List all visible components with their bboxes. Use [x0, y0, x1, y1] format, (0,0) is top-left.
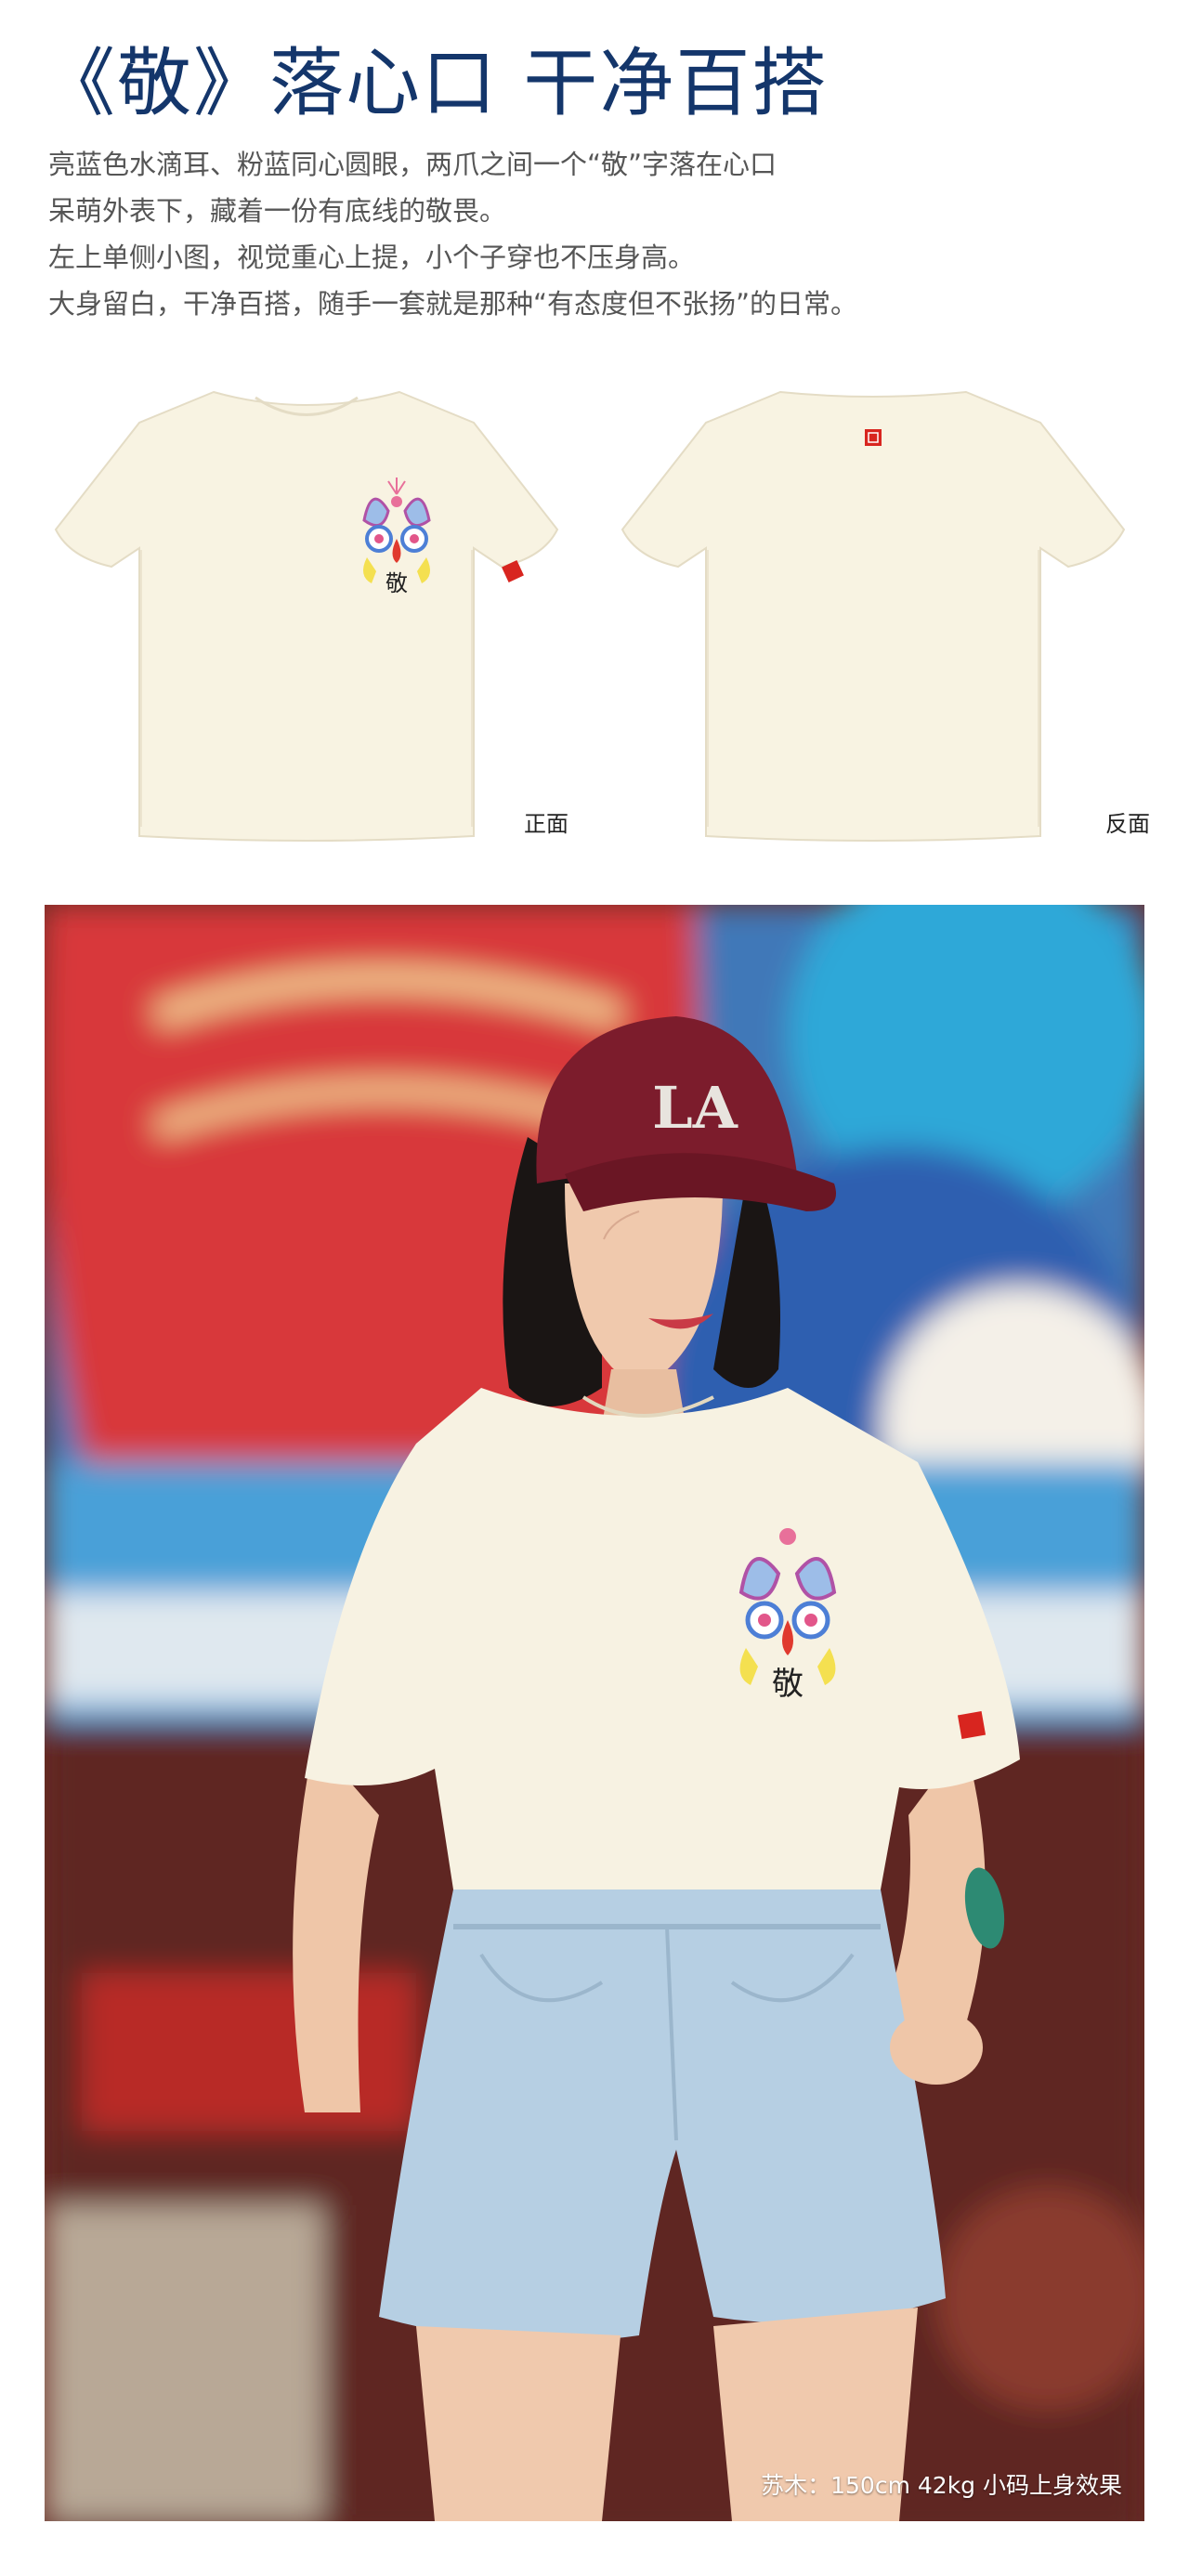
- tshirt-back-image: [621, 390, 1126, 842]
- description-line: 呆萌外表下，藏着一份有底线的敬畏。: [48, 195, 507, 227]
- back-label-tag-icon: [865, 429, 882, 446]
- cap-logo: LA: [652, 1074, 738, 1142]
- model-photo: LA 敬 苏木：150cm 42kg 小码上身效果: [45, 905, 1144, 2521]
- page-title: 《敬》落心口 干净百搭: [41, 40, 829, 126]
- description-line: 大身留白，干净百搭，随手一套就是那种“有态度但不张扬”的日常。: [48, 288, 858, 320]
- front-label: 正面: [524, 811, 568, 837]
- back-view-panel: 反面: [604, 381, 1150, 855]
- description-text: 亮蓝色水滴耳、粉蓝同心圆眼，两爪之间一个“敬”字落在心口 呆萌外表下，藏着一份有…: [48, 141, 857, 327]
- front-view-panel: 敬 正面: [37, 381, 576, 855]
- tshirt-front-image: 敬: [54, 390, 559, 842]
- print-character: 敬: [385, 570, 408, 596]
- print-character: 敬: [772, 1666, 804, 1703]
- model-photo-illustration: LA 敬: [45, 905, 1144, 2521]
- description-line: 亮蓝色水滴耳、粉蓝同心圆眼，两爪之间一个“敬”字落在心口: [48, 149, 777, 180]
- photo-caption: 苏木：150cm 42kg 小码上身效果: [761, 2472, 1122, 2499]
- back-label: 反面: [1105, 811, 1150, 837]
- description-line: 左上单侧小图，视觉重心上提，小个子穿也不压身高。: [48, 242, 696, 273]
